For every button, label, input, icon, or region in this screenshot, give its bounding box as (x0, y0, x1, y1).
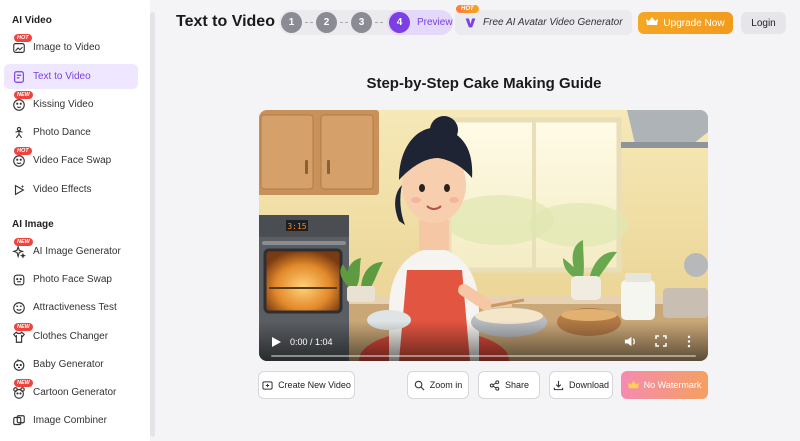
video-controls: 0:00 / 1:04 (259, 321, 708, 361)
sidebar-item-label: Cartoon Generator (33, 387, 117, 398)
combine-icon (11, 413, 27, 429)
sidebar-item-label: Kissing Video (33, 99, 94, 110)
step-2[interactable]: 2 (316, 12, 337, 33)
sidebar-item-label: Video Effects (33, 184, 92, 195)
video-progress-bar[interactable] (271, 355, 696, 357)
create-new-video-label: Create New Video (278, 380, 351, 390)
sidebar-item-label: Image Combiner (33, 415, 107, 426)
dance-icon (11, 125, 27, 141)
video-time: 0:00 / 1:04 (290, 337, 333, 347)
brand-logo-icon (465, 18, 476, 28)
hot-badge: HOT (14, 33, 32, 42)
sidebar-item-label: Clothes Changer (33, 331, 109, 342)
sidebar-item-label: Video Face Swap (33, 155, 112, 166)
video-title: Step-by-Step Cake Making Guide (366, 75, 602, 92)
sidebar-item-kissing-video[interactable]: NEW Kissing Video (4, 90, 138, 117)
sidebar-item-text-to-video[interactable]: Text to Video (4, 64, 138, 89)
sidebar-item-clothes-changer[interactable]: NEW Clothes Changer (4, 322, 138, 349)
video-player[interactable]: 3:15 0:00 / 1:04 (259, 110, 708, 361)
new-badge: NEW (14, 237, 33, 246)
promo-text: Free AI Avatar Video Generator (483, 17, 623, 28)
share-icon (489, 379, 500, 391)
sidebar-item-label: Text to Video (33, 71, 91, 82)
step-3[interactable]: 3 (351, 12, 372, 33)
sidebar-item-label: Photo Dance (33, 127, 91, 138)
zoom-icon (414, 380, 425, 390)
fullscreen-icon[interactable] (655, 335, 667, 347)
step-divider (305, 22, 313, 23)
sidebar-item-label: Image to Video (33, 42, 101, 53)
sidebar-item-video-face-swap[interactable]: HOT Video Face Swap (4, 146, 138, 173)
sidebar-item-baby-generator[interactable]: Baby Generator (4, 352, 138, 377)
image-video-icon: HOT (11, 33, 32, 56)
zoom-in-button[interactable]: Zoom in (407, 371, 469, 399)
sidebar-item-image-combiner[interactable]: Image Combiner (4, 408, 138, 433)
new-badge: NEW (14, 378, 33, 387)
sidebar-item-video-effects[interactable]: Video Effects (4, 177, 138, 202)
no-watermark-label: No Watermark (643, 380, 702, 390)
sidebar-item-photo-dance[interactable]: Photo Dance (4, 120, 138, 145)
section-title-ai-video: AI Video (12, 15, 52, 26)
crown-icon (627, 380, 639, 388)
download-icon (553, 380, 564, 390)
page-title: Text to Video (176, 13, 275, 30)
shirt-icon: NEW (11, 322, 33, 345)
sidebar-item-attractiveness-test[interactable]: Attractiveness Test (4, 295, 138, 320)
step-4-label: Preview (417, 17, 453, 28)
new-video-icon (262, 380, 273, 390)
step-1[interactable]: 1 (281, 12, 302, 33)
sidebar-item-label: AI Image Generator (33, 246, 121, 257)
no-watermark-button[interactable]: No Watermark (621, 371, 708, 399)
sidebar-item-image-to-video[interactable]: HOT Image to Video (4, 33, 138, 60)
step-indicator: 1 2 3 4 Preview (279, 10, 453, 35)
new-badge: NEW (14, 90, 33, 99)
step-divider (375, 22, 383, 23)
login-button[interactable]: Login (741, 12, 786, 34)
oven-display: 3:15 (287, 222, 306, 231)
download-button[interactable]: Download (549, 371, 613, 399)
sidebar: AI Video HOT Image to Video Text to Vide… (0, 0, 150, 441)
sidebar-item-ai-image-generator[interactable]: NEW AI Image Generator (4, 237, 138, 264)
sidebar-item-cartoon-generator[interactable]: NEW Cartoon Generator (4, 378, 138, 405)
upgrade-label: Upgrade Now (663, 17, 725, 29)
sparkle-icon: NEW (11, 237, 33, 260)
step-divider (340, 22, 348, 23)
sidebar-item-photo-face-swap[interactable]: Photo Face Swap (4, 267, 138, 292)
sidebar-item-label: Photo Face Swap (33, 274, 112, 285)
step-4-number: 4 (389, 12, 410, 33)
upgrade-button[interactable]: Upgrade Now (638, 12, 733, 34)
download-label: Download (568, 380, 610, 390)
sidebar-item-label: Baby Generator (33, 359, 104, 370)
more-options-icon[interactable] (686, 335, 692, 348)
play-icon[interactable] (271, 337, 281, 347)
effects-icon (11, 182, 27, 198)
new-badge: NEW (14, 322, 33, 331)
sidebar-scrollbar[interactable] (150, 12, 155, 437)
share-button[interactable]: Share (478, 371, 540, 399)
face-swap-icon: HOT (11, 146, 32, 169)
face-icon (11, 272, 27, 288)
heart-face-icon (11, 300, 27, 316)
share-label: Share (504, 380, 530, 390)
kissing-icon: NEW (11, 90, 33, 113)
create-new-video-button[interactable]: Create New Video (258, 371, 355, 399)
avatar-generator-promo[interactable]: HOT Free AI Avatar Video Generator (455, 5, 632, 35)
step-4-preview[interactable]: 4 Preview (387, 10, 453, 35)
cartoon-icon: NEW (11, 378, 33, 401)
hot-badge: HOT (14, 146, 32, 155)
crown-icon (646, 16, 659, 30)
volume-icon[interactable] (624, 335, 637, 348)
text-video-icon (11, 69, 27, 85)
zoom-in-label: Zoom in (429, 380, 463, 390)
baby-icon (11, 357, 27, 373)
hot-badge: HOT (456, 5, 479, 13)
section-title-ai-image: AI Image (12, 219, 54, 230)
sidebar-item-label: Attractiveness Test (33, 302, 117, 313)
